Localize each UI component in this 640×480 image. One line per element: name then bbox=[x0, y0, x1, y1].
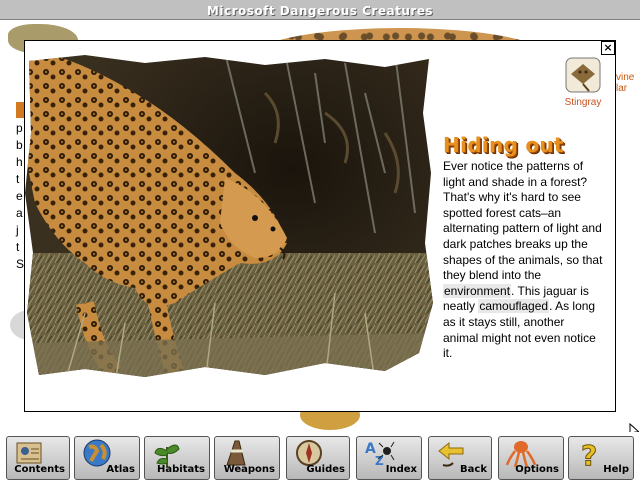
atlas-button-label: Atlas bbox=[106, 464, 135, 475]
habitats-button[interactable]: Habitats bbox=[144, 436, 210, 480]
guides-button[interactable]: Guides bbox=[286, 436, 350, 480]
help-button[interactable]: ? Help bbox=[568, 436, 634, 480]
stingray-link[interactable]: Stingray bbox=[553, 57, 613, 108]
options-button-label: Options bbox=[515, 464, 559, 475]
bottom-toolbar: Contents Atlas Habitats Weapons Guides A… bbox=[0, 432, 640, 480]
options-button[interactable]: Options bbox=[498, 436, 564, 480]
weapons-button[interactable]: Weapons bbox=[214, 436, 280, 480]
background-accent-bar bbox=[16, 102, 24, 118]
help-button-label: Help bbox=[603, 464, 629, 475]
hiding-out-popup: × Stingray Hiding out Ever notice the pa… bbox=[24, 40, 639, 439]
habitats-button-label: Habitats bbox=[157, 464, 205, 475]
svg-text:?: ? bbox=[581, 439, 597, 469]
glossary-term-camouflaged[interactable]: camouflaged bbox=[478, 299, 550, 314]
index-button-label: Index bbox=[385, 464, 417, 475]
back-button[interactable]: Back bbox=[428, 436, 492, 480]
contents-button[interactable]: Contents bbox=[6, 436, 70, 480]
article-text-part: Ever notice the patterns of light and sh… bbox=[443, 159, 603, 283]
contents-button-label: Contents bbox=[14, 464, 65, 475]
stingray-icon bbox=[565, 57, 601, 93]
background-link-line: vine bbox=[616, 72, 635, 83]
stingray-link-label: Stingray bbox=[564, 97, 602, 108]
title-bar: Microsoft Dangerous Creatures bbox=[0, 0, 640, 20]
weapons-button-label: Weapons bbox=[223, 464, 275, 475]
guides-button-label: Guides bbox=[306, 464, 345, 475]
glossary-term-environment[interactable]: environment bbox=[443, 283, 512, 298]
atlas-button[interactable]: Atlas bbox=[74, 436, 140, 480]
jaguar-photo-art bbox=[25, 55, 433, 377]
article-text: Ever notice the patterns of light and sh… bbox=[443, 159, 603, 362]
help-icon: ? bbox=[581, 439, 598, 470]
window-title: Microsoft Dangerous Creatures bbox=[206, 4, 434, 18]
background-link-text: vine lar bbox=[616, 72, 634, 94]
index-button[interactable]: AZ Index bbox=[356, 436, 422, 480]
svg-text:Z: Z bbox=[375, 454, 384, 468]
section-heading: Hiding out bbox=[443, 133, 564, 157]
back-button-label: Back bbox=[460, 464, 487, 475]
close-button[interactable]: × bbox=[601, 41, 615, 55]
jaguar-photo bbox=[25, 53, 435, 383]
background-link-line: lar bbox=[616, 83, 628, 94]
